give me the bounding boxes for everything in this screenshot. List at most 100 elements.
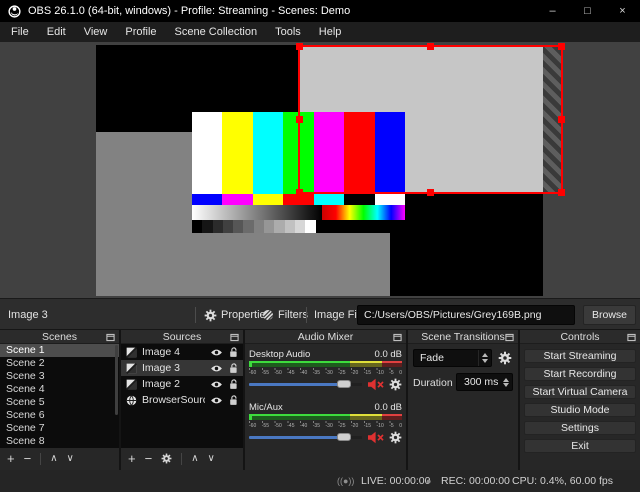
slider-knob[interactable]: [337, 380, 352, 388]
studio-mode-button[interactable]: Studio Mode: [524, 403, 636, 417]
broadcast-icon: ((●)): [337, 476, 355, 486]
source-item[interactable]: Image 4: [121, 344, 243, 360]
menu-view[interactable]: View: [75, 22, 117, 42]
source-item-selected[interactable]: Image 3: [121, 360, 243, 376]
transition-gear-icon[interactable]: [498, 351, 512, 365]
title-bar: OBS 26.1.0 (64-bit, windows) - Profile: …: [0, 0, 640, 22]
menu-tools[interactable]: Tools: [266, 22, 310, 42]
handle-middle-left[interactable]: [296, 116, 303, 123]
menu-help[interactable]: Help: [310, 22, 351, 42]
eye-icon[interactable]: [210, 380, 223, 389]
eye-icon[interactable]: [210, 396, 223, 405]
source-name: Image 2: [142, 378, 180, 390]
grayscale-steps: [192, 220, 316, 233]
scene-item[interactable]: Scene 6: [0, 409, 119, 422]
eye-icon[interactable]: [210, 364, 223, 373]
audio-mixer-panel: Audio Mixer Desktop Audio 0.0 dB -60 -55-…: [245, 330, 406, 470]
toolbar-separator: [195, 307, 196, 323]
scenes-scrollbar[interactable]: [115, 345, 118, 415]
source-properties-gear-icon[interactable]: [161, 453, 172, 464]
handle-bottom-right[interactable]: [558, 189, 565, 196]
add-scene-button[interactable]: +: [7, 451, 15, 466]
remove-source-button[interactable]: −: [145, 451, 153, 466]
steps-black-area: [315, 220, 405, 233]
volume-meter: [249, 361, 402, 367]
channel-gear-icon[interactable]: [389, 431, 402, 444]
start-recording-button[interactable]: Start Recording: [524, 367, 636, 381]
meter-tick-labels: -60 -55 -50 -45 -40 -35 -30 -25 -20 -15 -10 -5 0: [249, 423, 402, 429]
scene-item[interactable]: Scene 3: [0, 370, 119, 383]
sources-panel: Sources Image 4 Image 3 Image 2 BrowserS…: [121, 330, 243, 470]
add-source-button[interactable]: +: [128, 451, 136, 466]
rec-status: REC: 00:00:00: [441, 475, 510, 487]
dock-icon[interactable]: [627, 333, 636, 342]
menu-edit[interactable]: Edit: [38, 22, 75, 42]
exit-button[interactable]: Exit: [524, 439, 636, 453]
volume-slider[interactable]: [249, 377, 362, 391]
channel-gear-icon[interactable]: [389, 378, 402, 391]
scene-item[interactable]: Scene 5: [0, 396, 119, 409]
unlock-icon[interactable]: [228, 395, 239, 406]
mute-button-speaker-icon[interactable]: [367, 378, 384, 391]
close-button[interactable]: ×: [605, 0, 640, 22]
remove-scene-button[interactable]: −: [24, 451, 32, 466]
source-toolbar: Image 3 Properties Filters Image File C:…: [0, 298, 640, 330]
preview-area[interactable]: [0, 42, 640, 298]
mixer-channel-desktop-audio: Desktop Audio 0.0 dB -60 -55 -50 -45 -40 -35-…: [249, 349, 402, 391]
source-down-button[interactable]: ∨: [208, 453, 215, 464]
source-name: Image 4: [142, 346, 180, 358]
start-virtual-camera-button[interactable]: Start Virtual Camera: [524, 385, 636, 399]
slider-knob[interactable]: [337, 433, 352, 441]
eye-icon[interactable]: [210, 348, 223, 357]
scene-item[interactable]: Scene 8: [0, 435, 119, 448]
handle-top-left[interactable]: [296, 43, 303, 50]
image-file-input[interactable]: C:/Users/OBS/Pictures/Grey169B.png: [357, 305, 575, 325]
scene-down-button[interactable]: ∨: [67, 453, 74, 464]
filters-label: Filters: [278, 309, 308, 321]
mute-button-speaker-icon[interactable]: [367, 431, 384, 444]
transition-select-arrows[interactable]: [478, 350, 491, 366]
handle-top-center[interactable]: [427, 43, 434, 50]
scene-item[interactable]: Scene 1: [0, 344, 119, 357]
transitions-header: Scene Transitions: [408, 330, 518, 344]
source-up-button[interactable]: ∧: [191, 453, 198, 464]
channel-level: 0.0 dB: [374, 402, 402, 413]
handle-top-right[interactable]: [558, 43, 565, 50]
transition-value: Fade: [420, 352, 444, 364]
menu-profile[interactable]: Profile: [116, 22, 165, 42]
duration-spinbox[interactable]: 300 ms: [456, 373, 513, 391]
handle-middle-right[interactable]: [558, 116, 565, 123]
scene-item[interactable]: Scene 2: [0, 357, 119, 370]
obs-window: OBS 26.1.0 (64-bit, windows) - Profile: …: [0, 0, 640, 492]
transition-select[interactable]: Fade: [413, 349, 492, 367]
dock-icon[interactable]: [393, 333, 402, 342]
dock-icon[interactable]: [230, 333, 239, 342]
filters-button[interactable]: Filters: [262, 299, 308, 331]
scene-up-button[interactable]: ∧: [50, 453, 57, 464]
dock-icon[interactable]: [505, 333, 514, 342]
unlock-icon[interactable]: [228, 379, 239, 390]
browse-button[interactable]: Browse: [583, 305, 636, 325]
start-streaming-button[interactable]: Start Streaming: [524, 349, 636, 363]
source-item[interactable]: BrowserSource: [121, 392, 243, 408]
menu-file[interactable]: File: [2, 22, 38, 42]
minimize-button[interactable]: –: [535, 0, 570, 22]
maximize-button[interactable]: □: [570, 0, 605, 22]
menu-scene-collection[interactable]: Scene Collection: [166, 22, 267, 42]
handle-bottom-center[interactable]: [427, 189, 434, 196]
cpu-fps-status: CPU: 0.4%, 60.00 fps: [512, 475, 613, 487]
unlock-icon[interactable]: [228, 347, 239, 358]
unlock-icon[interactable]: [228, 363, 239, 374]
meter-tick-labels: -60 -55 -50 -45 -40 -35 -30 -25 -20 -15 -10 -5 0: [249, 370, 402, 376]
volume-slider[interactable]: [249, 430, 362, 444]
scene-item[interactable]: Scene 7: [0, 422, 119, 435]
browser-source-icon: [126, 395, 137, 406]
handle-bottom-left[interactable]: [296, 189, 303, 196]
dock-icon[interactable]: [106, 333, 115, 342]
scene-item[interactable]: Scene 4: [0, 383, 119, 396]
grayscale-steps-row: [192, 220, 405, 233]
selection-outline[interactable]: [296, 43, 565, 196]
source-item[interactable]: Image 2: [121, 376, 243, 392]
duration-spin-arrows[interactable]: [500, 374, 511, 390]
settings-button[interactable]: Settings: [524, 421, 636, 435]
